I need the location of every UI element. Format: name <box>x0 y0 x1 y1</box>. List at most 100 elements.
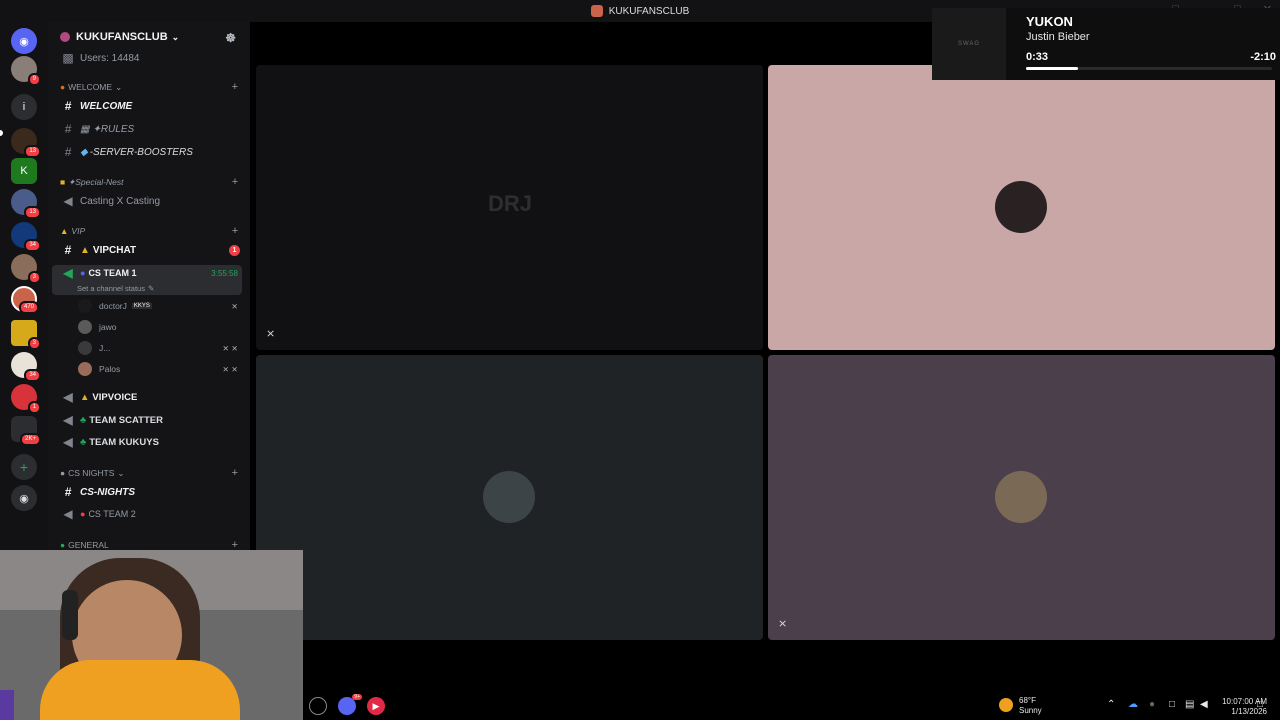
weather-widget[interactable]: 68°F Sunny <box>1019 696 1042 716</box>
member-count-label: Users: 14484 <box>80 52 140 64</box>
server-icon-kick[interactable]: K <box>11 158 37 184</box>
discord-taskbar-icon[interactable]: 9+ <box>338 694 362 715</box>
unread-badge: 13 <box>24 145 41 158</box>
channel-label: CS TEAM 1 <box>88 268 137 278</box>
category-special-nest[interactable]: ■ ✦Special-Nest + <box>60 175 238 189</box>
member-name: Palos <box>99 364 121 374</box>
participant-placeholder-text: DRJ <box>488 191 533 216</box>
avatar <box>78 341 92 355</box>
category-label: WELCOME <box>68 82 113 92</box>
voice-member-doctorj[interactable]: doctorJ KKYS ⨯ <box>78 297 240 315</box>
category-cs-nights[interactable]: ● CS NIGHTS ⌄ + <box>60 466 238 480</box>
add-channel-icon[interactable]: + <box>232 225 238 237</box>
channel-casting-x-casting[interactable]: ◀ Casting X Casting <box>60 191 240 211</box>
participant-tile-drj[interactable]: DRJ ⨯ <box>256 65 763 350</box>
channel-status[interactable]: Set a channel status ✎ <box>77 278 240 298</box>
channel-label: Casting X Casting <box>80 195 161 207</box>
unread-badge: 9 <box>27 73 41 86</box>
add-channel-icon[interactable]: + <box>232 81 238 93</box>
discover-icon[interactable]: ◉ <box>11 485 37 511</box>
channel-label: ✦RULES <box>92 123 135 135</box>
add-channel-icon[interactable]: + <box>232 176 238 188</box>
category-general[interactable]: ● GENERAL + <box>60 538 238 550</box>
channel-welcome[interactable]: # WELCOME <box>60 96 240 116</box>
server-icon[interactable]: 34 <box>11 352 41 382</box>
participant-tile-2[interactable] <box>768 65 1275 350</box>
category-label: GENERAL <box>68 540 109 550</box>
album-art: SWAG <box>932 8 1006 80</box>
unread-badge: 3 <box>27 271 41 284</box>
hash-icon: # <box>64 243 72 257</box>
skull-icon: ● <box>60 468 66 478</box>
display-icon[interactable]: □ <box>1169 700 1175 710</box>
unread-badge: 2K+ <box>20 433 41 446</box>
sun-icon <box>999 698 1013 712</box>
headphones-icon <box>62 590 78 640</box>
channel-cs-nights[interactable]: # CS-NIGHTS <box>60 482 240 502</box>
speaker-icon: ◀ <box>63 194 73 208</box>
voice-member-jawo[interactable]: jawo <box>78 318 240 336</box>
channel-rules[interactable]: # ▦ ✦RULES <box>60 119 240 139</box>
category-label: VIP <box>71 226 86 236</box>
server-icon-active[interactable]: 470 <box>11 286 39 314</box>
server-icon[interactable]: 13 <box>11 128 41 158</box>
hash-icon: # <box>64 145 72 159</box>
server-folder[interactable]: 2K+ <box>11 416 41 446</box>
channel-server-boosters[interactable]: # ◆ -SERVER-BOOSTERS <box>60 142 240 162</box>
speaker-icon: ◀ <box>63 413 73 427</box>
channel-label: WELCOME <box>80 100 133 112</box>
unread-badge: 34 <box>24 239 41 252</box>
channel-vipchat[interactable]: # ▲ VIPCHAT 1 <box>60 240 240 260</box>
member-name: J... <box>99 343 111 353</box>
mic-icon[interactable]: ● <box>1149 700 1155 710</box>
server-icon[interactable]: 3 <box>11 320 41 350</box>
channel-team-scatter[interactable]: ◀ ♣ TEAM SCATTER <box>60 410 240 430</box>
weather-temp: 68°F <box>1019 696 1036 705</box>
notifications-icon[interactable]: □ <box>1257 700 1263 710</box>
participant-tile-3[interactable] <box>256 355 763 640</box>
album-art-text: SWAG <box>957 41 981 47</box>
voice-timer: 3:55:58 <box>211 268 238 278</box>
window-title: KUKUFANSCLUB <box>608 5 690 17</box>
taskbar-badge: 9+ <box>352 694 362 700</box>
speaker-icon: ◀ <box>63 266 73 280</box>
webcam-light <box>0 690 14 720</box>
server-icon[interactable]: 3 <box>11 254 41 284</box>
server-icon[interactable]: 1 <box>11 384 41 414</box>
channel-label: -SERVER-BOOSTERS <box>89 146 193 158</box>
participant-tile-4[interactable]: ⨯ <box>768 355 1275 640</box>
invite-people-icon[interactable]: ☸ <box>225 31 236 45</box>
channel-sidebar: KUKUFANSCLUB ⌄ ☸ ▩ Users: 14484 ● WELCOM… <box>48 22 250 550</box>
unread-badge: 13 <box>24 206 41 219</box>
channel-cs-team-2[interactable]: ◀ ● CS TEAM 2 <box>60 504 240 524</box>
network-icon[interactable]: ▤ <box>1185 700 1194 710</box>
info-icon[interactable]: i <box>11 94 37 120</box>
server-name: KUKUFANSCLUB <box>76 31 168 43</box>
media-player-icon[interactable]: ▶ <box>367 697 385 715</box>
start-icon[interactable] <box>309 697 327 715</box>
server-icon[interactable]: 13 <box>11 189 41 219</box>
crown-icon: ▲ <box>60 226 69 236</box>
add-channel-icon[interactable]: + <box>232 467 238 479</box>
category-vip[interactable]: ▲ VIP + <box>60 224 238 238</box>
server-icon-dm[interactable]: 9 <box>11 56 41 86</box>
hash-icon: # <box>64 99 72 113</box>
category-welcome[interactable]: ● WELCOME ⌄ + <box>60 80 238 94</box>
add-channel-icon[interactable]: + <box>232 539 238 550</box>
channel-team-kukuys[interactable]: ◀ ♣ TEAM KUKUYS <box>60 432 240 452</box>
member-tag: KKYS <box>131 303 152 309</box>
cloud-icon[interactable]: ☁ <box>1128 700 1138 710</box>
crown-icon: ▲ <box>80 244 90 256</box>
add-server-icon[interactable]: + <box>11 454 37 480</box>
voice-member-j[interactable]: J... ⨯ ⨯ <box>78 339 240 357</box>
server-icon[interactable]: 34 <box>11 222 41 252</box>
mute-deafen-icons: ⨯ ⨯ <box>222 364 238 374</box>
channel-status-placeholder: Set a channel status <box>77 283 145 293</box>
lock-icon: ■ <box>60 177 66 187</box>
channel-vipvoice[interactable]: ◀ ▲ VIPVOICE <box>60 387 240 407</box>
home-discord-icon[interactable]: ◉ <box>11 28 37 54</box>
voice-member-palos[interactable]: Palos ⨯ ⨯ <box>78 360 240 378</box>
chevron-up-icon[interactable]: ⌃ <box>1107 700 1115 710</box>
category-label: ✦Special-Nest <box>68 176 124 187</box>
avatar <box>78 362 92 376</box>
